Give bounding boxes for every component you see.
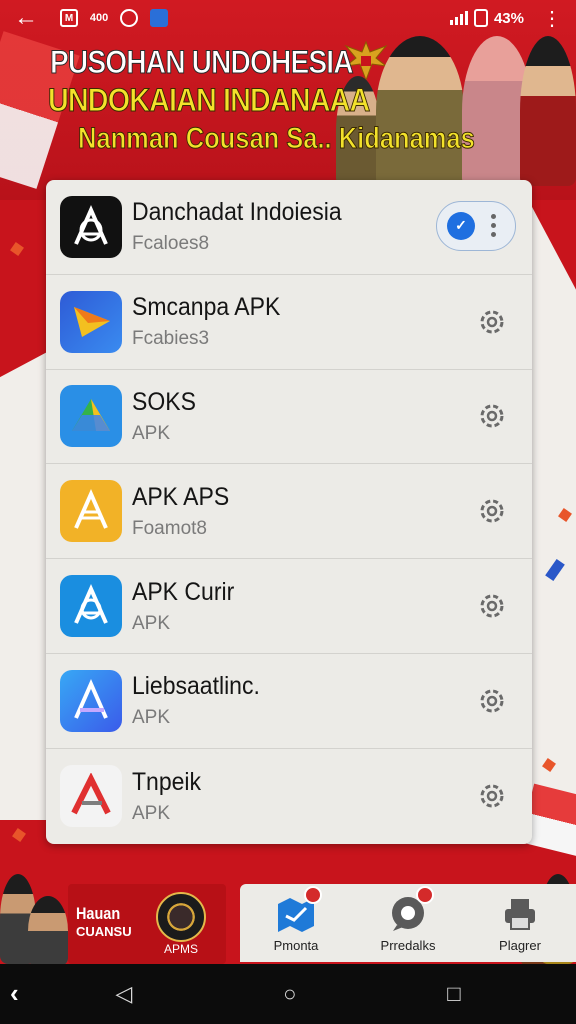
system-navigation-bar: ◁ ○ □ [0, 964, 576, 1024]
app-name: APK Curir [132, 577, 235, 606]
printer-icon [500, 894, 540, 934]
notification-icon: 400 [89, 12, 109, 24]
tab-prredalks[interactable]: Prredalks [352, 884, 464, 962]
status-bar: ← M 400 43% ⋮ [0, 0, 576, 36]
bottom-tab-bar: Pmonta Prredalks Plagrer [240, 884, 576, 962]
gear-icon[interactable] [476, 780, 508, 812]
battery-percent: 43% [493, 9, 524, 27]
list-item[interactable]: Tnpeik APK [46, 749, 532, 844]
list-item[interactable]: Liebsaatlinc. APK [46, 654, 532, 749]
drive-triangle-icon [60, 385, 122, 448]
arrow-left-icon[interactable]: ← [14, 4, 38, 32]
officer-figure [376, 36, 464, 186]
notification-badge [304, 885, 322, 904]
map-icon [276, 885, 322, 934]
gear-icon[interactable] [476, 685, 508, 717]
banner-subtitle: UNDOKAIAN INDANAAA [48, 82, 371, 119]
list-item[interactable]: APK Curir APK [46, 559, 532, 654]
tab-plagrer[interactable]: Plagrer [464, 884, 576, 962]
app-name: Liebsaatlinc. [132, 672, 260, 701]
gear-icon[interactable] [476, 590, 508, 622]
app-subtitle: APK [132, 612, 171, 634]
check-icon: ✓ [447, 211, 475, 240]
back-nav-icon[interactable]: ◁ [115, 981, 132, 1007]
app-subtitle: APK [132, 707, 171, 729]
banner-title: PUSOHAN UNDOHESIA [50, 44, 354, 81]
list-item[interactable]: SOKS APK [46, 370, 532, 465]
notification-badge [416, 885, 434, 904]
promo-subtitle: CUANSU [76, 924, 132, 939]
gear-icon[interactable] [476, 495, 508, 527]
gear-icon[interactable] [476, 306, 508, 338]
app-name: SOKS [132, 387, 196, 416]
list-item[interactable]: Smcanpa APK Fcabies3 [46, 275, 532, 370]
bag-icon [150, 9, 168, 27]
chat-icon [388, 885, 434, 934]
gmail-icon: M [60, 9, 78, 27]
app-subtitle: APK [132, 802, 171, 824]
app-list: Danchadat Indoiesia Fcaloes8 ✓ Smcanpa A… [46, 180, 532, 844]
tab-label: Prredalks [380, 937, 436, 953]
app-name: Smcanpa APK [132, 293, 281, 322]
app-subtitle: Foamot8 [132, 517, 207, 539]
app-subtitle: Fcabies3 [132, 328, 210, 350]
person-figure [28, 896, 68, 966]
gear-icon[interactable] [476, 400, 508, 432]
medal-icon [156, 892, 206, 942]
promo-card[interactable]: Hauan CUANSU APMS [68, 884, 226, 964]
app-name: APK APS [132, 482, 230, 511]
instagram-icon [120, 9, 138, 27]
home-nav-icon[interactable]: ○ [283, 981, 296, 1007]
app-toggle-button[interactable]: ✓ [436, 200, 516, 251]
tab-label: Plagrer [499, 937, 541, 953]
banner-tagline: Nanman Cousan Sa.. Kidanamas [78, 122, 476, 156]
app-name: Tnpeik [132, 767, 202, 796]
officer-figure [520, 36, 576, 186]
more-vert-icon[interactable] [491, 214, 496, 238]
sim-icon [473, 9, 488, 27]
app-logo-icon [60, 669, 122, 732]
promo-title: Hauan [76, 904, 121, 923]
app-logo-icon [60, 195, 122, 258]
app-logo-icon [60, 765, 122, 828]
app-logo-icon [60, 575, 122, 638]
recents-nav-icon[interactable]: □ [447, 981, 460, 1007]
tab-pmonta[interactable]: Pmonta [240, 884, 352, 962]
signal-icon [449, 11, 468, 25]
more-vert-icon[interactable]: ⋮ [542, 6, 562, 31]
list-item[interactable]: APK APS Foamot8 [46, 464, 532, 560]
app-logo-icon [60, 480, 122, 543]
play-triangle-icon [60, 290, 122, 353]
list-item[interactable]: Danchadat Indoiesia Fcaloes8 ✓ [46, 180, 532, 275]
app-subtitle: APK [132, 422, 171, 444]
promo-badge: APMS [164, 942, 199, 956]
chevron-left-icon[interactable]: ‹ [10, 978, 19, 1009]
banner: PUSOHAN UNDOHESIA UNDOKAIAN INDANAAA Nan… [0, 36, 576, 186]
tab-label: Pmonta [273, 937, 319, 953]
